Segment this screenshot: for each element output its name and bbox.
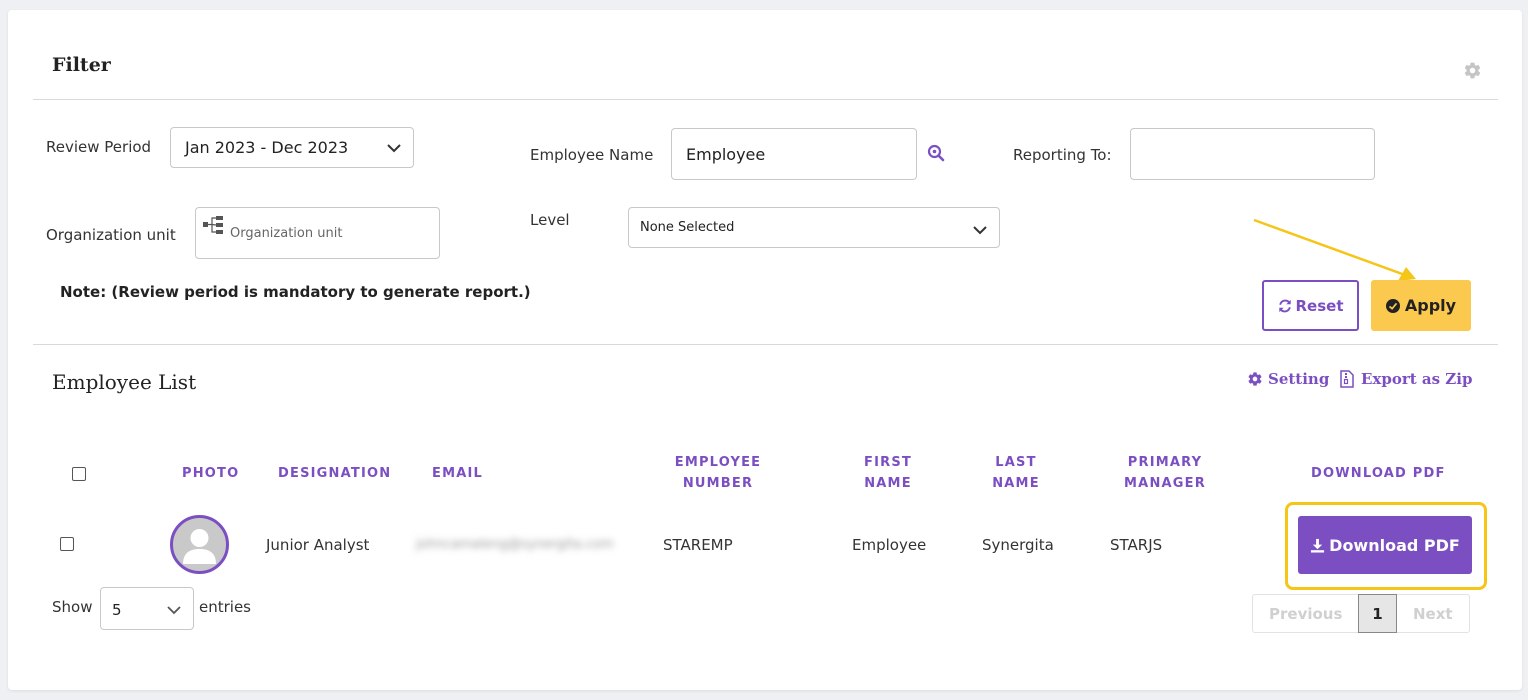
primary-manager-cell: STARJS [1110, 536, 1163, 554]
apply-button[interactable]: Apply [1371, 280, 1471, 331]
column-photo: PHOTO [182, 466, 240, 481]
chevron-down-icon [973, 226, 987, 235]
last-name-cell: Synergita [982, 536, 1054, 554]
setting-label: Setting [1268, 370, 1330, 388]
level-select[interactable]: None Selected [628, 207, 1000, 248]
org-unit-placeholder: Organization unit [230, 226, 343, 241]
zip-file-icon [1340, 370, 1354, 388]
apply-label: Apply [1404, 296, 1457, 315]
export-zip-link[interactable]: Export as Zip [1339, 370, 1472, 388]
designation-cell: Junior Analyst [266, 536, 370, 554]
section-divider [33, 344, 1498, 345]
download-pdf-button[interactable]: Download PDF [1298, 516, 1472, 574]
gear-icon [1248, 372, 1262, 386]
next-button[interactable]: Next [1413, 605, 1453, 623]
employee-name-field[interactable]: Employee [671, 128, 917, 180]
setting-link[interactable]: Setting [1247, 370, 1329, 388]
entries-label: entries [199, 598, 251, 616]
column-employee-number-line1: EMPLOYEE [674, 455, 762, 470]
column-employee-number-line2: NUMBER [682, 476, 754, 491]
reporting-to-label: Reporting To: [1013, 146, 1112, 164]
org-unit-label: Organization unit [46, 226, 176, 244]
email-cell: johncamaleng@synergita.com [416, 537, 614, 552]
search-icon[interactable] [927, 144, 945, 162]
pagination: Previous 1 Next [1252, 594, 1470, 633]
reset-button[interactable]: Reset [1262, 280, 1359, 331]
employee-name-label: Employee Name [530, 146, 654, 164]
employee-name-value: Employee [686, 145, 766, 164]
column-first-name-line1: FIRST [864, 455, 912, 470]
review-period-value: Jan 2023 - Dec 2023 [185, 138, 349, 157]
review-period-select[interactable]: Jan 2023 - Dec 2023 [170, 127, 414, 168]
column-primary-manager-line1: PRIMARY [1127, 455, 1203, 470]
mandatory-note: Note: (Review period is mandatory to gen… [60, 283, 531, 301]
employee-number-cell: STAREMP [663, 536, 733, 554]
column-download-pdf: DOWNLOAD PDF [1311, 466, 1446, 481]
show-label: Show [52, 598, 93, 616]
reset-label: Reset [1295, 296, 1344, 315]
check-circle-icon [1385, 298, 1400, 313]
avatar [170, 515, 229, 574]
employee-list-title: Employee List [52, 370, 197, 394]
download-pdf-label: Download PDF [1329, 535, 1460, 555]
column-primary-manager: PRIMARY MANAGER [1118, 452, 1212, 494]
refresh-icon [1278, 299, 1291, 312]
select-all-checkbox[interactable] [72, 467, 86, 481]
row-checkbox[interactable] [60, 537, 74, 551]
filter-title: Filter [52, 54, 111, 76]
org-tree-icon [203, 216, 223, 234]
chevron-down-icon [387, 144, 401, 153]
export-zip-label: Export as Zip [1361, 370, 1473, 388]
level-label: Level [530, 211, 570, 229]
level-value: None Selected [640, 220, 735, 235]
column-email: EMAIL [432, 466, 483, 481]
filter-divider [33, 99, 1498, 100]
previous-button[interactable]: Previous [1269, 605, 1342, 623]
column-last-name: LAST NAME [978, 452, 1054, 494]
entries-value: 5 [112, 601, 122, 619]
user-icon [183, 529, 216, 564]
org-unit-field[interactable]: Organization unit [195, 207, 440, 259]
entries-select[interactable]: 5 [100, 587, 194, 630]
column-first-name-line2: NAME [864, 476, 912, 491]
page-1-button[interactable]: 1 [1358, 594, 1397, 633]
gear-icon[interactable] [1463, 61, 1482, 80]
first-name-cell: Employee [852, 536, 927, 554]
reporting-to-field[interactable] [1130, 128, 1375, 180]
column-primary-manager-line2: MANAGER [1124, 476, 1206, 491]
column-last-name-line2: NAME [992, 476, 1040, 491]
review-period-label: Review Period [46, 138, 152, 156]
column-last-name-line1: LAST [995, 455, 1037, 470]
column-designation: DESIGNATION [278, 466, 392, 481]
download-icon [1311, 538, 1325, 553]
chevron-down-icon [167, 606, 181, 615]
column-employee-number: EMPLOYEE NUMBER [668, 452, 768, 494]
column-first-name: FIRST NAME [848, 452, 928, 494]
